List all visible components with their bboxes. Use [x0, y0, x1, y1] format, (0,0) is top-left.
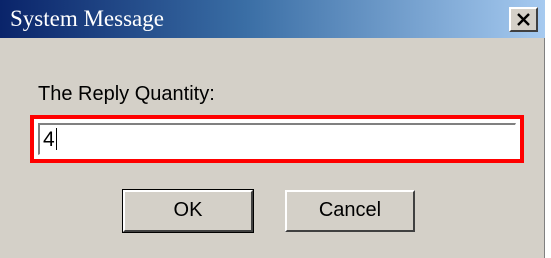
- dialog-title: System Message: [10, 6, 164, 31]
- dialog-titlebar[interactable]: System Message: [0, 0, 545, 38]
- ok-button[interactable]: OK: [122, 189, 254, 233]
- close-icon: [517, 13, 530, 26]
- reply-quantity-input[interactable]: 4: [38, 123, 516, 155]
- cancel-button[interactable]: Cancel: [285, 190, 415, 232]
- text-caret: [55, 128, 57, 150]
- reply-quantity-label: The Reply Quantity:: [38, 83, 215, 105]
- reply-quantity-value: 4: [43, 128, 55, 151]
- close-button[interactable]: [509, 7, 538, 32]
- system-message-dialog: System Message The Reply Quantity: 4 OK …: [0, 0, 545, 258]
- input-highlight-frame: 4: [30, 115, 524, 163]
